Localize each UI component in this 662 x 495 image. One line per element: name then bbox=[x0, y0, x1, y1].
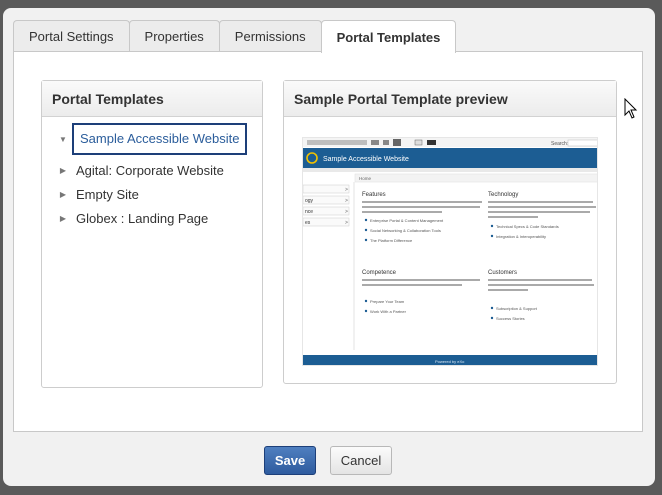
svg-text:es: es bbox=[305, 220, 311, 226]
save-button[interactable]: Save bbox=[264, 446, 316, 475]
tree-item-label: Agital: Corporate Website bbox=[76, 162, 224, 178]
templates-list-title: Portal Templates bbox=[42, 81, 262, 117]
cancel-button[interactable]: Cancel bbox=[330, 446, 392, 475]
svg-text:>: > bbox=[345, 187, 348, 193]
caret-right-icon[interactable]: ▶ bbox=[56, 190, 70, 199]
svg-text:The Platform Difference: The Platform Difference bbox=[370, 238, 413, 243]
tab-portal-settings[interactable]: Portal Settings bbox=[13, 20, 130, 52]
tree-item-agital-corporate-website[interactable]: ▶ Agital: Corporate Website bbox=[56, 159, 228, 181]
svg-text:Sample Accessible Website: Sample Accessible Website bbox=[323, 156, 409, 163]
svg-text:Customers: Customers bbox=[488, 270, 517, 276]
tab-portal-templates[interactable]: Portal Templates bbox=[320, 20, 457, 53]
svg-text:Subscription & Support: Subscription & Support bbox=[496, 306, 538, 311]
mouse-pointer-icon bbox=[624, 98, 638, 119]
tab-properties[interactable]: Properties bbox=[128, 20, 220, 52]
preview-thumbnail: Search: Sample Accessible Website Home >… bbox=[303, 138, 597, 365]
svg-text:Technology: Technology bbox=[488, 192, 518, 198]
svg-text:Work With a Partner: Work With a Partner bbox=[370, 309, 407, 314]
tab-bar: Portal Settings Properties Permissions P… bbox=[13, 20, 457, 53]
templates-list-panel: Portal Templates ▼ Sample Accessible Web… bbox=[41, 80, 263, 388]
svg-text:ogy: ogy bbox=[305, 198, 314, 204]
template-preview-panel: Sample Portal Template preview Search: S… bbox=[283, 80, 617, 384]
svg-text:>: > bbox=[345, 209, 348, 215]
tree-item-label: Empty Site bbox=[76, 186, 139, 202]
template-preview-title: Sample Portal Template preview bbox=[284, 81, 616, 117]
tree-item-empty-site[interactable]: ▶ Empty Site bbox=[56, 183, 143, 205]
svg-text:Search:: Search: bbox=[551, 141, 568, 147]
svg-text:Competence: Competence bbox=[362, 270, 397, 276]
tab-permissions[interactable]: Permissions bbox=[218, 20, 322, 52]
svg-text:>: > bbox=[345, 220, 348, 226]
tree-item-label: Globex : Landing Page bbox=[76, 210, 209, 226]
svg-text:Social Networking & Collaborat: Social Networking & Collaboration Tools bbox=[370, 228, 441, 233]
svg-text:Technical Specs & Code Standar: Technical Specs & Code Standards bbox=[496, 224, 559, 229]
tree-item-globex-landing-page[interactable]: ▶ Globex : Landing Page bbox=[56, 207, 212, 229]
svg-text:Success Stories: Success Stories bbox=[496, 316, 525, 321]
caret-down-icon[interactable]: ▼ bbox=[56, 135, 70, 144]
svg-text:Integration & Interoperability: Integration & Interoperability bbox=[496, 234, 546, 239]
caret-right-icon[interactable]: ▶ bbox=[56, 214, 70, 223]
svg-text:Home: Home bbox=[359, 176, 372, 181]
svg-text:Features: Features bbox=[362, 192, 386, 198]
svg-text:>: > bbox=[345, 198, 348, 204]
tab-panel-portal-templates: Portal Templates ▼ Sample Accessible Web… bbox=[13, 51, 643, 432]
tree-item-label: Sample Accessible Website bbox=[72, 123, 248, 155]
caret-right-icon[interactable]: ▶ bbox=[56, 166, 70, 175]
tree-item-sample-accessible-website[interactable]: ▼ Sample Accessible Website bbox=[56, 123, 248, 155]
svg-text:Powered by eXo: Powered by eXo bbox=[435, 359, 465, 364]
svg-text:Prepare Your Team: Prepare Your Team bbox=[370, 299, 405, 304]
svg-text:nce: nce bbox=[305, 209, 313, 215]
svg-text:Enterprise Portal & Content Ma: Enterprise Portal & Content Management bbox=[370, 218, 444, 223]
template-preview-image: Search: Sample Accessible Website Home >… bbox=[302, 137, 598, 366]
